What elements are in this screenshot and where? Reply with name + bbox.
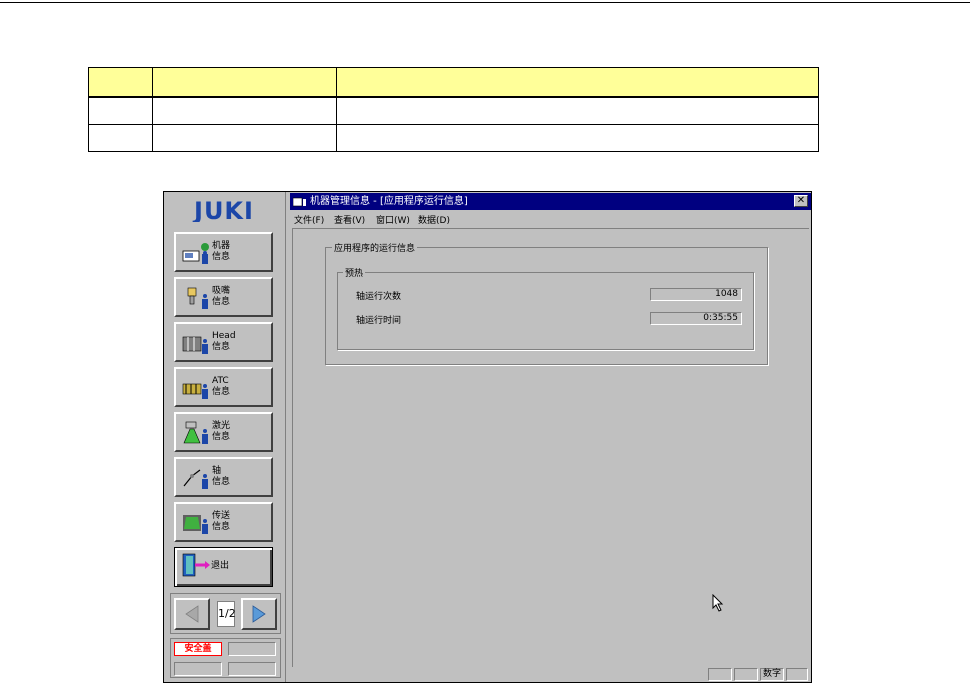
status-cell [734, 668, 758, 681]
atc-info-button[interactable]: ATC 信息 [174, 367, 273, 407]
table-cell [88, 96, 153, 125]
machine-info-button[interactable]: 机器 信息 [174, 232, 273, 272]
safety-cover-indicator: 安全盖 [174, 642, 222, 656]
axis-run-count-value: 1048 [650, 288, 742, 301]
arrow-right-icon [252, 605, 266, 623]
axis-run-count-label: 轴运行次数 [356, 292, 402, 302]
table-cell [152, 124, 337, 152]
prev-page-button[interactable] [174, 598, 210, 630]
exit-door-icon [182, 553, 210, 577]
app-window: JUKI 机器 信息 吸嘴 信息 Head 信息 ATC 信息 激光 信息 轴 … [163, 191, 812, 683]
info-window: 机器管理信息 - [应用程序运行信息] ✕ 文件(F) 查看(V) 窗口(W) … [290, 193, 811, 682]
group-title: 应用程序的运行信息 [332, 241, 418, 254]
juki-logo: JUKI [192, 200, 254, 222]
axis-run-time-label: 轴运行时间 [356, 316, 402, 326]
arrow-left-icon [185, 605, 199, 623]
app-icon [293, 197, 306, 207]
run-info-group: 应用程序的运行信息 预热 轴运行次数 1048 轴运行时间 0:35:55 [325, 241, 768, 365]
table-row [88, 96, 819, 125]
subgroup-title: 预热 [343, 266, 366, 279]
menu-view[interactable]: 查看(V) [334, 213, 365, 226]
title-bar[interactable]: 机器管理信息 - [应用程序运行信息] ✕ [290, 193, 811, 210]
button-label: 机器 信息 [212, 241, 231, 262]
menu-bar: 文件(F) 查看(V) 窗口(W) 数据(D) [290, 211, 811, 227]
exit-label: 退出 [211, 561, 230, 571]
axis-run-time-value: 0:35:55 [650, 312, 742, 325]
status-bar: 数字 [290, 667, 811, 682]
menu-window[interactable]: 窗口(W) [376, 213, 410, 226]
next-page-button[interactable] [241, 598, 277, 630]
close-button[interactable]: ✕ [794, 195, 808, 207]
atc-info-icon [182, 383, 208, 399]
button-label: 轴信息 [212, 466, 231, 487]
pager: 1/2 [170, 593, 281, 634]
table-cell [88, 67, 153, 98]
axis-info-button[interactable]: 轴信息 [174, 457, 273, 497]
status-cell [708, 668, 732, 681]
button-label: 吸嘴 信息 [212, 286, 231, 307]
button-label: Head 信息 [212, 331, 236, 352]
button-label: 激光 信息 [212, 421, 231, 442]
menu-file[interactable]: 文件(F) [294, 213, 324, 226]
status-cell [228, 642, 276, 656]
nozzle-info-icon [187, 287, 208, 309]
laser-info-button[interactable]: 激光 信息 [174, 412, 273, 452]
page-indicator: 1/2 [217, 601, 236, 627]
table-cell [152, 96, 337, 125]
top-rule [0, 2, 970, 3]
head-info-button[interactable]: Head 信息 [174, 322, 273, 362]
conveyor-info-icon [183, 515, 208, 534]
button-label: 传送 信息 [212, 511, 231, 532]
status-grid: 安全盖 [170, 638, 281, 678]
client-area: 应用程序的运行信息 预热 轴运行次数 1048 轴运行时间 0:35:55 [292, 228, 809, 667]
logo-text: JUKI [192, 200, 254, 222]
status-cell [174, 662, 222, 676]
table-cell [152, 67, 337, 98]
window-title: 机器管理信息 - [应用程序运行信息] [310, 196, 468, 207]
warmup-group: 预热 轴运行次数 1048 轴运行时间 0:35:55 [337, 266, 754, 350]
table-row [88, 124, 819, 152]
exit-button[interactable]: 退出 [174, 547, 273, 587]
menu-data[interactable]: 数据(D) [418, 213, 450, 226]
mouse-pointer-icon [712, 594, 724, 612]
table-cell [336, 67, 819, 98]
table-cell [336, 124, 819, 152]
head-info-icon [182, 336, 208, 354]
conveyor-info-button[interactable]: 传送 信息 [174, 502, 273, 542]
status-cell [786, 668, 808, 681]
left-panel: JUKI 机器 信息 吸嘴 信息 Head 信息 ATC 信息 激光 信息 轴 … [164, 192, 286, 682]
header-table [88, 67, 819, 152]
table-cell [88, 124, 153, 152]
status-cell [228, 662, 276, 676]
num-lock-indicator: 数字 [760, 668, 784, 681]
laser-info-icon [183, 421, 208, 444]
axis-info-icon [183, 469, 208, 489]
button-label: ATC 信息 [212, 376, 231, 397]
machine-info-icon [182, 243, 209, 264]
nozzle-info-button[interactable]: 吸嘴 信息 [174, 277, 273, 317]
table-header-row [88, 67, 819, 98]
table-cell [336, 96, 819, 125]
